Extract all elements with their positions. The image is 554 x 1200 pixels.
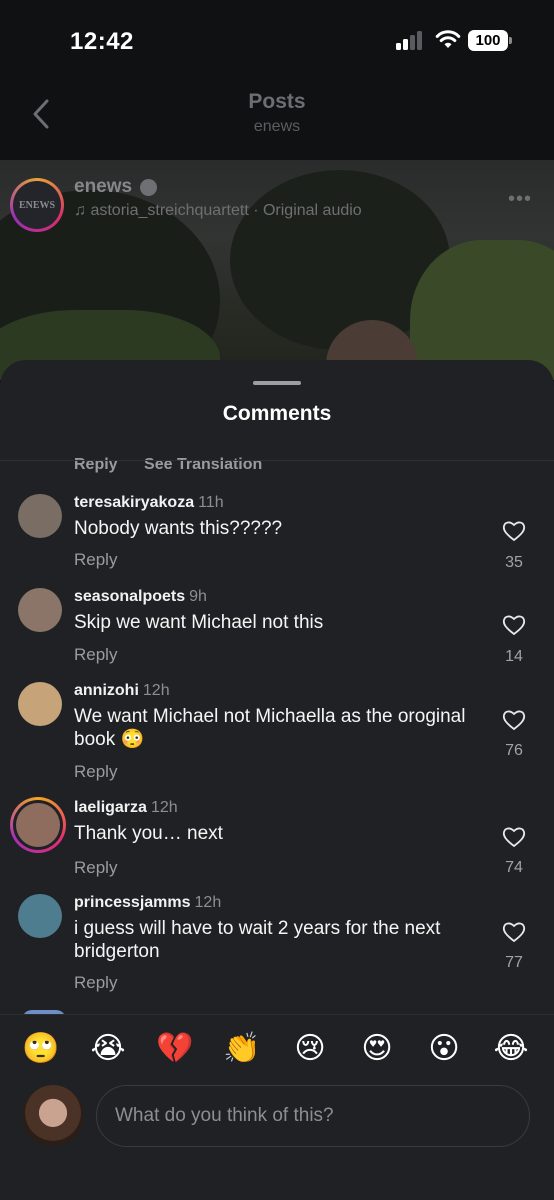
commenter-avatar[interactable] bbox=[18, 682, 62, 726]
post-video[interactable]: ENEWS enews ♫ astoria_streichquartett · … bbox=[0, 160, 554, 380]
reply-button[interactable]: Reply bbox=[74, 973, 117, 993]
commenter-username[interactable]: annizohi bbox=[74, 682, 139, 699]
sheet-divider bbox=[0, 460, 554, 461]
wifi-icon bbox=[435, 30, 461, 48]
like-count: 14 bbox=[505, 648, 523, 665]
commenter-avatar[interactable] bbox=[18, 894, 62, 938]
previous-comment-actions: Reply See Translation bbox=[74, 456, 284, 474]
post-author-avatar[interactable]: ENEWS bbox=[10, 178, 64, 232]
current-user-avatar bbox=[22, 1085, 84, 1147]
like-count: 77 bbox=[505, 954, 523, 971]
commenter-username[interactable]: seasonalpoets bbox=[74, 588, 185, 605]
post-audio-label[interactable]: ♫ astoria_streichquartett · Original aud… bbox=[74, 202, 362, 220]
reply-button[interactable]: Reply bbox=[74, 645, 117, 665]
quick-emoji-row: 🙄 😭 💔 👏 😢 😍 😮 😂 bbox=[0, 1029, 554, 1069]
laughing-emoji-button[interactable]: 😂 bbox=[491, 1029, 531, 1069]
comment-text: We want Michael not Michaella as the oro… bbox=[74, 706, 466, 750]
reply-button[interactable]: Reply bbox=[74, 456, 118, 473]
sheet-title: Comments bbox=[222, 402, 332, 425]
heart-icon[interactable] bbox=[502, 614, 526, 636]
heart-icon[interactable] bbox=[502, 709, 526, 731]
commenter-avatar[interactable] bbox=[10, 797, 66, 853]
comment-time: 9h bbox=[189, 588, 207, 605]
reply-button[interactable]: Reply bbox=[74, 550, 117, 570]
commenter-username[interactable]: princessjamms bbox=[74, 894, 191, 911]
comment-time: 11h bbox=[198, 494, 224, 511]
eye-roll-emoji-button[interactable]: 🙄 bbox=[21, 1029, 61, 1069]
comment-time: 12h bbox=[150, 799, 178, 816]
comment-text: i guess will have to wait 2 years for th… bbox=[74, 918, 441, 962]
page-subtitle: enews bbox=[253, 118, 301, 135]
more-options-icon[interactable]: ••• bbox=[508, 188, 532, 211]
broken-heart-emoji-button[interactable]: 💔 bbox=[155, 1029, 195, 1069]
crying-emoji-button[interactable]: 😭 bbox=[88, 1029, 128, 1069]
heart-eyes-emoji-button[interactable]: 😍 bbox=[357, 1029, 397, 1069]
nav-header: Posts enews bbox=[0, 80, 554, 160]
commenter-username[interactable]: teresakiryakoza bbox=[74, 494, 194, 511]
like-count: 74 bbox=[505, 859, 523, 876]
post-author-username[interactable]: enews bbox=[74, 176, 132, 198]
verified-badge-icon bbox=[140, 179, 157, 196]
battery-indicator: 100 bbox=[468, 30, 508, 51]
reply-button[interactable]: Reply bbox=[74, 858, 117, 878]
heart-icon[interactable] bbox=[502, 520, 526, 542]
surprised-emoji-button[interactable]: 😮 bbox=[424, 1029, 464, 1069]
status-bar: 12:42 100 bbox=[0, 0, 554, 80]
heart-icon[interactable] bbox=[502, 826, 526, 848]
commenter-avatar[interactable] bbox=[18, 494, 62, 538]
comment-text: Nobody wants this????? bbox=[74, 518, 283, 539]
clapping-emoji-button[interactable]: 👏 bbox=[222, 1029, 262, 1069]
reply-button[interactable]: Reply bbox=[74, 762, 117, 782]
comment-text: Skip we want Michael not this bbox=[74, 612, 324, 633]
comment-text: Thank you… next bbox=[74, 823, 223, 844]
cellular-signal-icon bbox=[396, 30, 424, 50]
like-count: 35 bbox=[505, 554, 523, 571]
like-count: 76 bbox=[505, 742, 523, 759]
sheet-drag-handle[interactable] bbox=[253, 381, 301, 385]
comment-input[interactable] bbox=[96, 1085, 530, 1147]
sad-emoji-button[interactable]: 😢 bbox=[290, 1029, 330, 1069]
comment-time: 12h bbox=[142, 682, 170, 699]
page-title: Posts bbox=[248, 90, 306, 113]
heart-icon[interactable] bbox=[502, 921, 526, 943]
see-translation-button[interactable]: See Translation bbox=[144, 456, 262, 473]
comment-time: 12h bbox=[194, 894, 222, 911]
battery-tip bbox=[509, 37, 512, 44]
comment-composer-bar: 🙄 😭 💔 👏 😢 😍 😮 😂 bbox=[0, 1014, 554, 1200]
commenter-avatar[interactable] bbox=[18, 588, 62, 632]
status-time: 12:42 bbox=[70, 28, 134, 55]
commenter-username[interactable]: laeligarza bbox=[74, 799, 147, 816]
